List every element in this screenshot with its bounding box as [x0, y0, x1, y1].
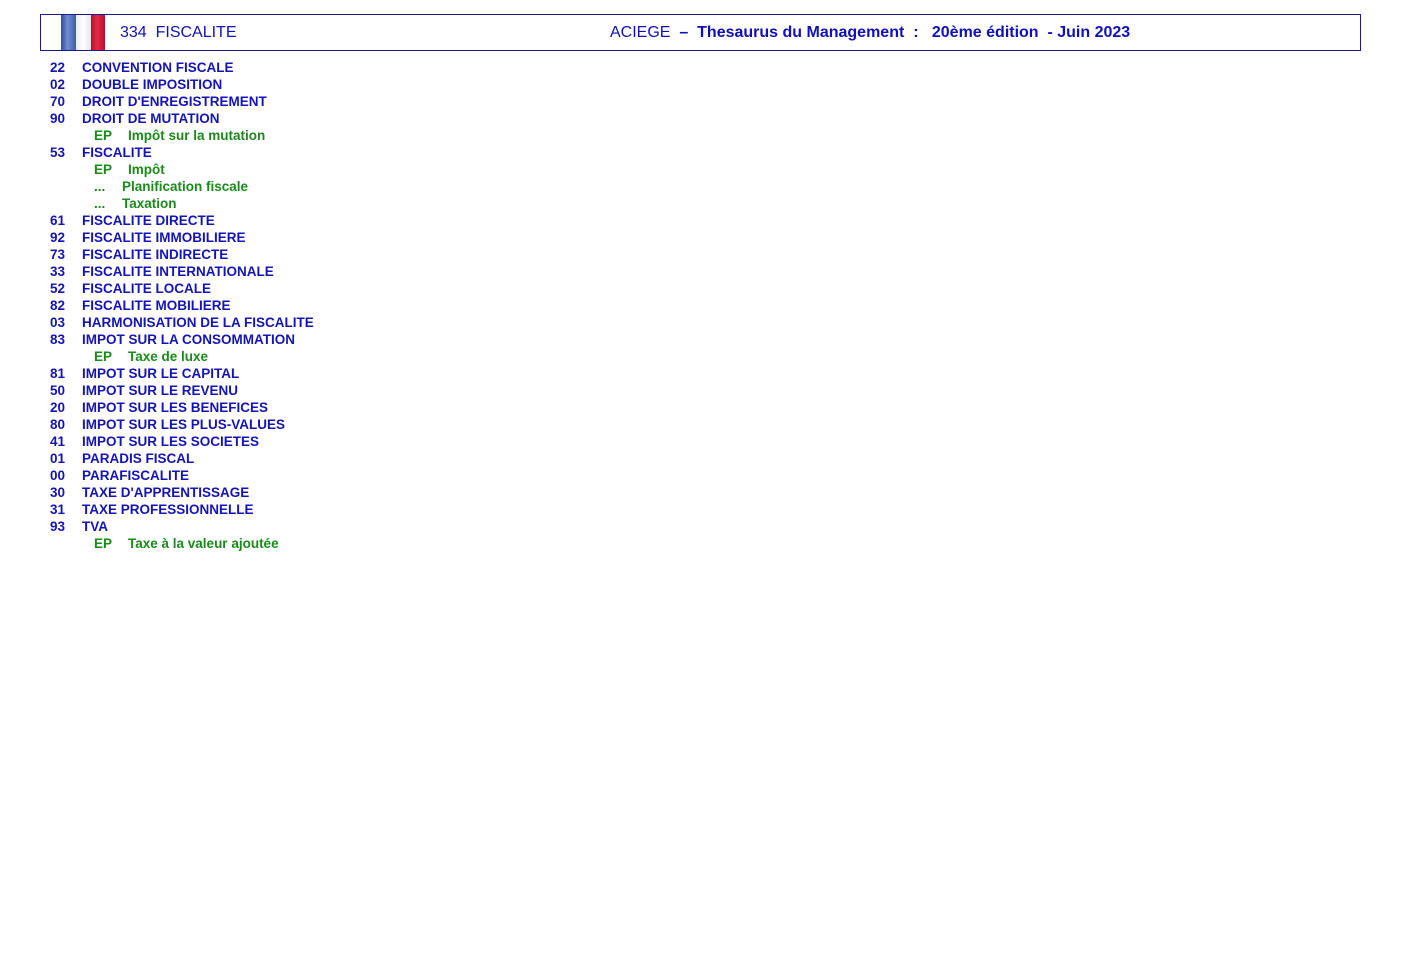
- org-name: ACIEGE: [610, 24, 671, 41]
- publication-title: ACIEGE – Thesaurus du Management : 20ème…: [610, 24, 1130, 42]
- term-label: FISCALITE DIRECTE: [82, 213, 215, 228]
- term-label: CONVENTION FISCALE: [82, 60, 234, 75]
- term-code: 20: [50, 400, 66, 415]
- relation-tag: EP: [94, 349, 113, 364]
- term-label: FISCALITE MOBILIERE: [82, 298, 231, 313]
- term-label: FISCALITE: [82, 145, 152, 160]
- term-label: IMPOT SUR LE REVENU: [82, 383, 239, 398]
- term-code: 50: [50, 383, 66, 398]
- term-label: FISCALITE INTERNATIONALE: [82, 264, 274, 279]
- relation-tag: EP: [94, 536, 113, 551]
- term-code: 52: [50, 281, 66, 296]
- term-code: 03: [50, 315, 66, 330]
- term-code: 30: [50, 485, 66, 500]
- title-colon: :: [913, 24, 919, 41]
- term-label: DROIT D'ENREGISTREMENT: [82, 94, 267, 109]
- relation-tag: EP: [94, 128, 113, 143]
- term-label: IMPOT SUR LES PLUS-VALUES: [82, 417, 286, 432]
- term-code: 82: [50, 298, 66, 313]
- term-label: IMPOT SUR LES BENEFICES: [82, 400, 269, 415]
- term-code: 61: [50, 213, 66, 228]
- term-code: 92: [50, 230, 66, 245]
- term-label: FISCALITE LOCALE: [82, 281, 211, 296]
- term-code: 81: [50, 366, 66, 381]
- related-term-label: Impôt: [128, 162, 165, 177]
- related-term-label: Planification fiscale: [122, 179, 249, 194]
- term-code: 00: [50, 468, 66, 483]
- term-code: 31: [50, 502, 66, 517]
- term-code: 70: [50, 94, 66, 109]
- term-code: 41: [50, 434, 66, 449]
- related-term-label: Taxe de luxe: [128, 349, 209, 364]
- title-dash: –: [679, 24, 689, 41]
- term-label: PARAFISCALITE: [82, 468, 189, 483]
- term-label: IMPOT SUR LE CAPITAL: [82, 366, 240, 381]
- term-label: IMPOT SUR LA CONSOMMATION: [82, 332, 295, 347]
- term-label: TAXE D'APPRENTISSAGE: [82, 485, 250, 500]
- term-code: 01: [50, 451, 66, 466]
- term-label: DOUBLE IMPOSITION: [82, 77, 223, 92]
- term-label: TAXE PROFESSIONNELLE: [82, 502, 254, 517]
- term-code: 93: [50, 519, 66, 534]
- term-code: 53: [50, 145, 66, 160]
- category-heading: 334 FISCALITE: [120, 24, 237, 42]
- category-name: FISCALITE: [155, 24, 237, 41]
- term-label: FISCALITE INDIRECTE: [82, 247, 229, 262]
- french-flag-icon: [61, 15, 105, 50]
- term-code: 02: [50, 77, 66, 92]
- publication-name: Thesaurus du Management: [697, 24, 905, 41]
- edition-label: 20ème édition: [931, 24, 1039, 41]
- term-code: 80: [50, 417, 66, 432]
- relation-tag: ...: [94, 196, 106, 211]
- term-code: 90: [50, 111, 66, 126]
- term-label: PARADIS FISCAL: [82, 451, 195, 466]
- edition-date: - Juin 2023: [1047, 24, 1131, 41]
- relation-tag: ...: [94, 179, 106, 194]
- related-term-label: Taxe à la valeur ajoutée: [128, 536, 279, 551]
- term-code: 83: [50, 332, 66, 347]
- page-header: 334 FISCALITE ACIEGE – Thesaurus du Mana…: [40, 14, 1361, 51]
- term-label: HARMONISATION DE LA FISCALITE: [82, 315, 314, 330]
- term-label: IMPOT SUR LES SOCIETES: [82, 434, 260, 449]
- related-term-label: Impôt sur la mutation: [128, 128, 266, 143]
- term-code: 73: [50, 247, 66, 262]
- category-code: 334: [120, 24, 147, 41]
- term-label: DROIT DE MUTATION: [82, 111, 220, 126]
- term-label: FISCALITE IMMOBILIERE: [82, 230, 246, 245]
- term-label: TVA: [82, 519, 108, 534]
- relation-tag: EP: [94, 162, 113, 177]
- term-code: 33: [50, 264, 66, 279]
- term-code: 22: [50, 60, 66, 75]
- related-term-label: Taxation: [122, 196, 177, 211]
